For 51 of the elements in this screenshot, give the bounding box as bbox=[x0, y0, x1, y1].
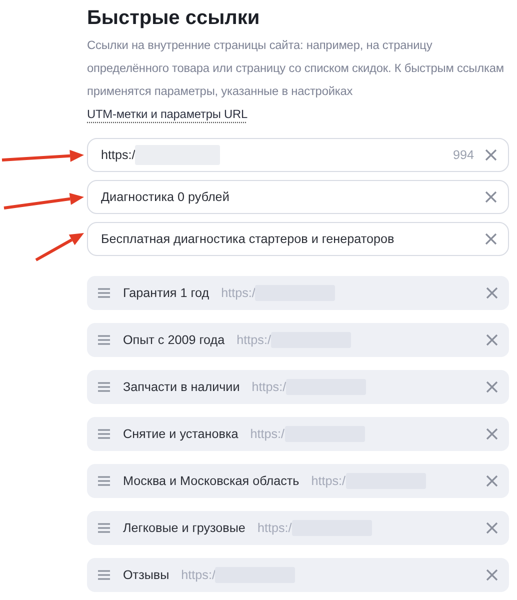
text-field[interactable]: https:/ 994 bbox=[87, 138, 509, 172]
char-counter: 994 bbox=[452, 146, 474, 164]
close-icon bbox=[485, 521, 499, 535]
link-url: https:/ bbox=[311, 472, 346, 490]
close-icon bbox=[485, 427, 499, 441]
close-icon bbox=[485, 568, 499, 582]
link-url: https:/ bbox=[236, 332, 271, 349]
link-title: Отзывы bbox=[123, 566, 170, 584]
close-icon bbox=[484, 190, 498, 204]
field-value: Бесплатная диагностика стартеров и генераторов bbox=[101, 230, 394, 248]
link-title: Гарантия 1 год bbox=[123, 284, 210, 302]
clear-button[interactable] bbox=[485, 333, 499, 347]
close-icon bbox=[485, 286, 499, 300]
drag-handle-icon[interactable] bbox=[98, 429, 110, 439]
link-url: https:/ bbox=[252, 378, 286, 396]
drag-handle-icon[interactable] bbox=[98, 476, 110, 486]
link-url: https:/ bbox=[181, 566, 216, 584]
close-icon bbox=[485, 380, 499, 394]
link-title: Легковые и грузовые bbox=[123, 520, 246, 537]
link-url: https:/ bbox=[250, 426, 285, 443]
clear-button[interactable] bbox=[485, 474, 499, 488]
close-icon bbox=[484, 232, 498, 246]
close-icon bbox=[485, 474, 499, 488]
field-value: Диагностика 0 рублей bbox=[101, 188, 230, 206]
text-field[interactable]: Диагностика 0 рублей bbox=[87, 180, 509, 214]
drag-handle-icon[interactable] bbox=[98, 570, 110, 580]
link-url: https:/ bbox=[221, 284, 256, 302]
clear-button[interactable] bbox=[485, 286, 499, 300]
section-title: Быстрые ссылки bbox=[87, 6, 261, 30]
clear-button[interactable] bbox=[485, 380, 499, 394]
text-field[interactable]: Бесплатная диагностика стартеров и генераторов bbox=[87, 222, 509, 256]
drag-handle-icon[interactable] bbox=[98, 288, 110, 298]
link-title: Москва и Московская область bbox=[123, 472, 300, 490]
drag-handle-icon[interactable] bbox=[98, 382, 110, 392]
description-text: Ссылки на внутренние страницы сайта: например, на страницу определённого товара или страницу со списком скидок. К быстрым ссылкам применятся параметры, указанные в настройках UTM-метки и параметры URL bbox=[87, 37, 505, 123]
link-title: Снятие и установка bbox=[123, 426, 238, 443]
drag-handle-icon[interactable] bbox=[98, 335, 110, 345]
link-url: https:/ bbox=[257, 520, 292, 537]
link-title: Опыт с 2009 года bbox=[123, 332, 225, 349]
clear-button[interactable] bbox=[484, 190, 498, 204]
close-icon bbox=[485, 333, 499, 347]
clear-button[interactable] bbox=[485, 521, 499, 535]
utm-link[interactable]: UTM-метки и параметры URL bbox=[87, 107, 248, 121]
drag-handle-icon[interactable] bbox=[98, 523, 110, 533]
clear-button[interactable] bbox=[485, 427, 499, 441]
close-icon bbox=[484, 148, 498, 162]
clear-button[interactable] bbox=[484, 232, 498, 246]
field-value: https:/ bbox=[101, 146, 136, 164]
link-title: Запчасти в наличии bbox=[123, 378, 240, 396]
clear-button[interactable] bbox=[485, 568, 499, 582]
clear-button[interactable] bbox=[484, 148, 498, 162]
